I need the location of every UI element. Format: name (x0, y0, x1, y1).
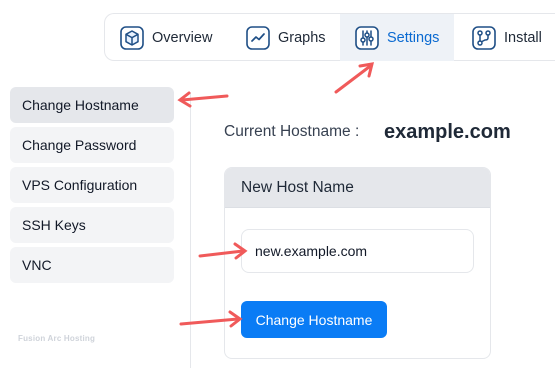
graph-icon (246, 25, 270, 50)
sidebar-item-change-hostname[interactable]: Change Hostname (10, 87, 174, 123)
arrow-to-change-hostname-item (177, 91, 229, 108)
tab-graphs[interactable]: Graphs (246, 14, 341, 61)
tab-overview[interactable]: Overview (120, 14, 240, 61)
sliders-icon (355, 25, 379, 50)
current-hostname-value: example.com (384, 121, 511, 143)
sidebar-item-label: Change Password (22, 137, 137, 153)
tab-install[interactable]: Install (472, 14, 555, 61)
sidebar-item-vps-configuration[interactable]: VPS Configuration (10, 167, 174, 203)
tab-settings[interactable]: Settings (340, 14, 454, 61)
tab-label: Graphs (278, 29, 326, 46)
install-icon (472, 25, 496, 50)
arrow-to-settings-tab (334, 62, 375, 94)
sidebar-item-vnc[interactable]: VNC (10, 247, 174, 283)
tab-label: Settings (387, 29, 440, 46)
tab-label: Overview (152, 29, 213, 46)
sidebar-item-change-password[interactable]: Change Password (10, 127, 174, 163)
change-hostname-button[interactable]: Change Hostname (241, 301, 387, 338)
sidebar-item-label: SSH Keys (22, 217, 86, 233)
sidebar-item-label: Change Hostname (22, 97, 139, 113)
sidebar-item-label: VNC (22, 257, 52, 273)
tab-label: Install (504, 29, 542, 46)
top-tab-bar: Overview Graphs Settings Install (104, 13, 555, 61)
sidebar-item-label: VPS Configuration (22, 177, 138, 193)
cube-icon (120, 25, 144, 50)
card-title: New Host Name (225, 168, 490, 208)
sidebar-item-ssh-keys[interactable]: SSH Keys (10, 207, 174, 243)
new-hostname-input[interactable] (241, 229, 474, 273)
sidebar-divider (190, 92, 191, 368)
new-hostname-card: New Host Name Change Hostname (224, 167, 491, 359)
brand-watermark: Fusion Arc Hosting (18, 334, 96, 343)
current-hostname-label: Current Hostname : (224, 123, 360, 140)
